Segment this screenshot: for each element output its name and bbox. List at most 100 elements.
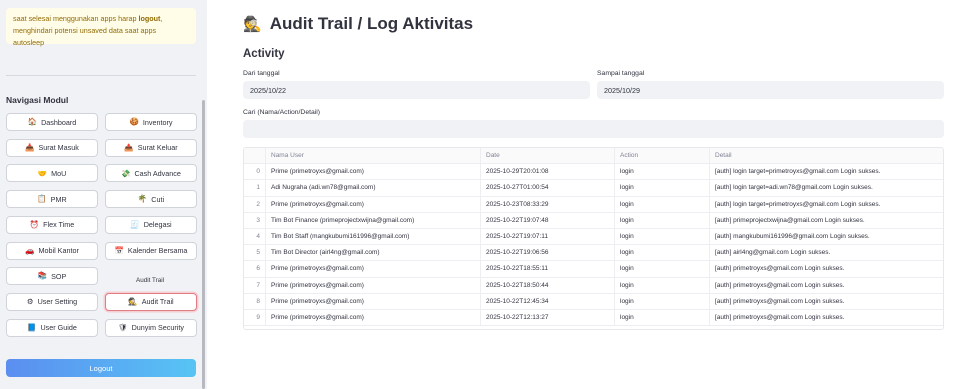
car-icon: 🚗 <box>25 245 35 255</box>
nav-button-audit-trail[interactable]: 🕵 Audit Trail <box>105 292 197 311</box>
nav-button-mou[interactable]: 🤝 MoU <box>6 164 98 183</box>
table-cell: [auth] primeprojectxwijna@gmail.com Logi… <box>715 216 865 224</box>
nav-button-cuti[interactable]: 🌴 Cuti <box>105 190 197 209</box>
table-cell: login <box>615 310 710 326</box>
calendar-icon: 📅 <box>114 245 124 255</box>
nav-button-label: Flex Time <box>43 220 75 230</box>
table-cell: 3 <box>244 212 266 228</box>
table-cell: Prime (primetroyxs@gmail.com) <box>266 164 481 180</box>
table-row[interactable]: 4 Tim Bot Staff (mangkubumi161996@gmail.c… <box>244 229 943 246</box>
nav-button-user-guide[interactable]: 📘 User Guide <box>6 318 98 337</box>
audit-table: Nama User Date Action Detail 0 Prime (primetr… <box>243 147 944 330</box>
table-row[interactable]: 2 Prime (primetroyxs@gmail.com) 2025-10-23… <box>244 196 943 213</box>
sidebar-scrollbar[interactable] <box>202 100 205 389</box>
nav-button-label: Surat Masuk <box>38 143 79 153</box>
to-date-label: Sampai tanggal <box>597 70 645 77</box>
nav-button-dunyim-security[interactable]: 🛡 Dunyim Security <box>105 318 197 337</box>
table-header-cell <box>244 148 266 164</box>
from-date-label: Dari tanggal <box>243 70 280 77</box>
table-cell: 0 <box>244 164 266 180</box>
table-cell: 5 <box>244 245 266 261</box>
table-row[interactable]: 8 Prime (primetroyxs@gmail.com) 2025-10-22… <box>244 293 943 310</box>
inbox-icon: 📥 <box>25 142 35 152</box>
section-title: Activity <box>243 48 285 60</box>
table-cell: [auth] login target=adi.wn78@gmail.com L… <box>715 184 873 192</box>
table-cell: Tim Bot Finance (primeprojectxwijna@gmai… <box>266 212 481 228</box>
table-header: Nama User Date Action Detail <box>244 148 943 165</box>
table-cell: login <box>615 212 710 228</box>
nav-button-label: Inventory <box>142 117 173 127</box>
table-cell: Tim Bot Director (airl4ng@gmail.com) <box>266 245 481 261</box>
nav-button-dashboard[interactable]: 🏠 Dashboard <box>6 113 98 131</box>
table-row[interactable]: 6 Prime (primetroyxs@gmail.com) 2025-10-22… <box>244 261 943 278</box>
detective-icon: 🕵 <box>243 16 262 33</box>
sidebar-divider <box>6 75 196 76</box>
table-cell: 2025-10-27T01:00:54 <box>481 180 615 196</box>
table-cell: 8 <box>244 293 266 309</box>
page-title-text: Audit Trail / Log Aktivitas <box>269 14 474 33</box>
nav-button-user-setting[interactable]: ⚙ User Setting <box>6 292 98 311</box>
nav-button-sop[interactable]: 📚 SOP <box>6 267 98 286</box>
nav-button-flex-time[interactable]: ⏰ Flex Time <box>6 215 98 234</box>
nav-button-cash-advance[interactable]: 💸 Cash Advance <box>105 164 197 183</box>
table-cell: Prime (primetroyxs@gmail.com) <box>266 293 481 309</box>
nav-button-kalender-bersama[interactable]: 📅 Kalender Bersama <box>105 241 197 260</box>
table-cell: 9 <box>244 310 266 326</box>
notice-text-prefix: saat selesai menggunakan apps harap <box>13 14 139 23</box>
table-cell: 2025-10-22T12:13:27 <box>481 310 615 326</box>
clipboard-icon: 📋 <box>37 194 47 204</box>
nav-button-label: PMR <box>50 194 67 204</box>
outbox-icon: 📤 <box>124 142 134 152</box>
table-row[interactable]: 9 Prime (primetroyxs@gmail.com) 2025-10-22… <box>244 310 943 327</box>
nav-button-delegasi[interactable]: 🧾 Delegasi <box>105 215 197 234</box>
detective-icon: 🕵 <box>128 297 138 307</box>
nav-button-inventory[interactable]: 🍪 Inventory <box>105 113 197 131</box>
nav-button-label: Surat Keluar <box>137 143 178 153</box>
table-cell: Tim Bot Staff (mangkubumi161996@gmail.co… <box>266 229 481 245</box>
table-cell: 4 <box>244 229 266 245</box>
table-cell: 2025-10-22T12:45:34 <box>481 293 615 309</box>
nav-button-label: Cuti <box>151 194 165 204</box>
table-cell: login <box>615 261 710 277</box>
table-cell: [auth] primetroyxs@gmail.com Login sukse… <box>715 265 845 273</box>
table-row[interactable]: 1 Adi Nugraha (adi.wn78@gmail.com) 2025-10… <box>244 180 943 197</box>
money-icon: 💸 <box>121 168 131 178</box>
nav-title: Navigasi Modul <box>6 95 69 105</box>
table-cell: login <box>615 245 710 261</box>
nav-button-pmr[interactable]: 📋 PMR <box>6 190 98 209</box>
nav-button-label: User Setting <box>37 297 78 307</box>
nav-button-surat-keluar[interactable]: 📤 Surat Keluar <box>105 138 197 157</box>
table-cell: login <box>615 196 710 212</box>
table-row[interactable]: 7 Prime (primetroyxs@gmail.com) 2025-10-22… <box>244 277 943 294</box>
nav-button-label: Dunyim Security <box>131 323 184 333</box>
table-cell: [auth] mangkubumi161996@gmail.com Login … <box>715 233 870 241</box>
nav-button-surat-masuk[interactable]: 📥 Surat Masuk <box>6 138 98 157</box>
nav-button-label: User Guide <box>40 323 77 333</box>
table-cell: 1 <box>244 180 266 196</box>
table-cell: 2025-10-22T18:55:11 <box>481 261 615 277</box>
table-cell: 2025-10-22T19:06:56 <box>481 245 615 261</box>
table-row[interactable]: 0 Prime (primetroyxs@gmail.com) 2025-10-29… <box>244 164 943 181</box>
sidebar: saat selesai menggunakan apps harap logo… <box>0 0 207 389</box>
nav-button-mobil-kantor[interactable]: 🚗 Mobil Kantor <box>6 241 98 260</box>
table-cell: login <box>615 164 710 180</box>
from-date-input[interactable]: 2025/10/22 <box>243 81 590 99</box>
table-cell: 2025-10-22T19:07:11 <box>481 229 615 245</box>
table-row[interactable]: 5 Tim Bot Director (airl4ng@gmail.com) 202… <box>244 245 943 262</box>
page-title: 🕵 Audit Trail / Log Aktivitas <box>243 14 473 34</box>
nav-button-label: Delegasi <box>143 220 172 230</box>
search-input[interactable] <box>243 120 944 138</box>
shield-icon: 🛡 <box>118 322 128 332</box>
nav-button-label: Dashboard <box>41 117 77 127</box>
to-date-input[interactable]: 2025/10/29 <box>597 81 944 99</box>
table-row[interactable]: 3 Tim Bot Finance (primeprojectxwijna@gma… <box>244 212 943 229</box>
main-content: 🕵 Audit Trail / Log Aktivitas Activity D… <box>207 0 960 389</box>
table-cell: 2025-10-29T20:01:08 <box>481 164 615 180</box>
table-cell: [auth] primetroyxs@gmail.com Login sukse… <box>715 281 845 289</box>
table-cell: [auth] primetroyxs@gmail.com Login sukse… <box>715 297 845 305</box>
logout-button[interactable]: Logout <box>6 359 196 377</box>
table-header-cell: Nama User <box>266 148 481 164</box>
search-label: Cari (Nama/Action/Detail) <box>243 109 321 116</box>
table-cell: login <box>615 229 710 245</box>
table-cell: Prime (primetroyxs@gmail.com) <box>266 261 481 277</box>
